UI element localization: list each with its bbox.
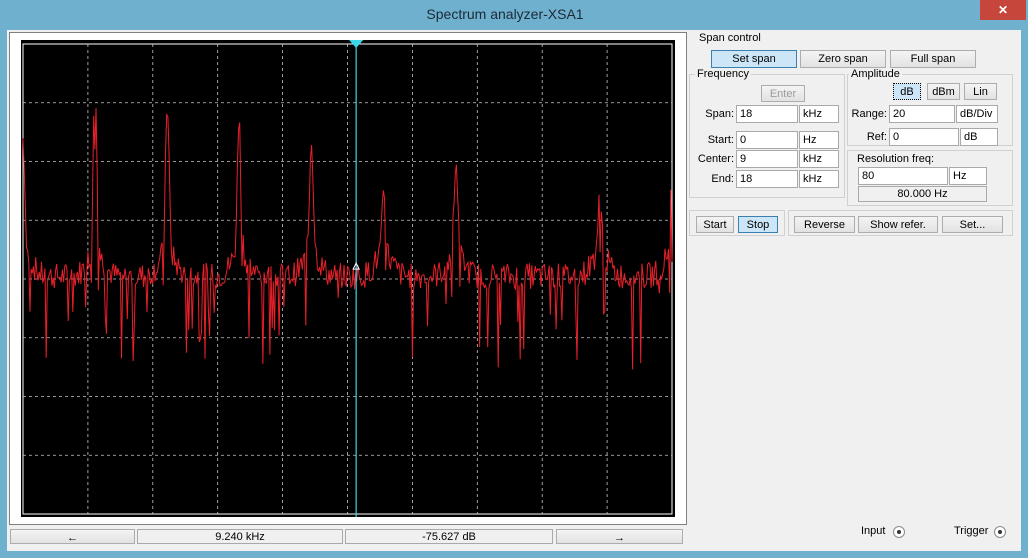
trigger-terminal[interactable] [994, 526, 1006, 538]
spectrum-plot [22, 40, 673, 517]
analyzer-client-area: ← 9.240 kHz -75.627 dB → Span control Se… [7, 30, 1021, 551]
close-button[interactable]: ✕ [980, 0, 1026, 20]
input-terminal[interactable] [893, 526, 905, 538]
trigger-terminal-label: Trigger [954, 525, 989, 537]
span-unit-select[interactable]: kHz [799, 105, 839, 123]
end-input[interactable]: 18 [736, 170, 798, 188]
range-label: Range: [851, 108, 887, 120]
title-bar: Spectrum analyzer-XSA1 ✕ [0, 0, 1028, 30]
arrow-right-icon: → [614, 532, 625, 544]
set-span-button[interactable]: Set span [711, 50, 797, 68]
zero-span-button[interactable]: Zero span [800, 50, 886, 68]
lin-mode-button[interactable]: Lin [964, 83, 997, 100]
show-refer-button[interactable]: Show refer. [858, 216, 938, 233]
resolution-input[interactable]: 80 [858, 167, 948, 185]
start-label: Start: [707, 134, 734, 146]
input-terminal-label: Input [861, 525, 886, 537]
arrow-left-icon: ← [67, 532, 78, 544]
enter-button[interactable]: Enter [761, 85, 805, 102]
range-unit-label: dB/Div [956, 105, 998, 123]
cursor-left-button[interactable]: ← [10, 529, 135, 544]
end-label: End: [711, 173, 734, 185]
set-button[interactable]: Set... [942, 216, 1003, 233]
center-label: Center: [697, 153, 734, 165]
resolution-readout: 80.000 Hz [858, 186, 987, 202]
ref-unit-label: dB [960, 128, 998, 146]
spectrum-display [21, 40, 675, 517]
end-unit-select[interactable]: kHz [799, 170, 839, 188]
center-unit-select[interactable]: kHz [799, 150, 839, 168]
db-mode-button[interactable]: dB [893, 83, 921, 100]
dbm-mode-button[interactable]: dBm [927, 83, 960, 100]
stop-button[interactable]: Stop [738, 216, 778, 233]
span-label: Span: [705, 108, 734, 120]
amplitude-title: Amplitude [849, 68, 902, 80]
cursor-right-button[interactable]: → [556, 529, 683, 544]
center-input[interactable]: 9 [736, 150, 798, 168]
frequency-title: Frequency [695, 68, 751, 80]
start-unit-select[interactable]: Hz [799, 131, 839, 149]
ref-label: Ref: [866, 131, 887, 143]
full-span-button[interactable]: Full span [890, 50, 976, 68]
cursor-level-readout: -75.627 dB [345, 529, 553, 544]
span-input[interactable]: 18 [736, 105, 798, 123]
reverse-button[interactable]: Reverse [794, 216, 855, 233]
resolution-title: Resolution freq: [857, 153, 935, 165]
window-title: Spectrum analyzer-XSA1 [426, 6, 584, 22]
range-input[interactable]: 20 [889, 105, 955, 123]
span-control-title: Span control [697, 32, 763, 44]
start-input[interactable]: 0 [736, 131, 798, 149]
resolution-unit-select[interactable]: Hz [949, 167, 987, 185]
start-button[interactable]: Start [696, 216, 734, 233]
spectrum-display-frame [9, 32, 687, 525]
cursor-frequency-readout: 9.240 kHz [137, 529, 343, 544]
ref-input[interactable]: 0 [889, 128, 959, 146]
